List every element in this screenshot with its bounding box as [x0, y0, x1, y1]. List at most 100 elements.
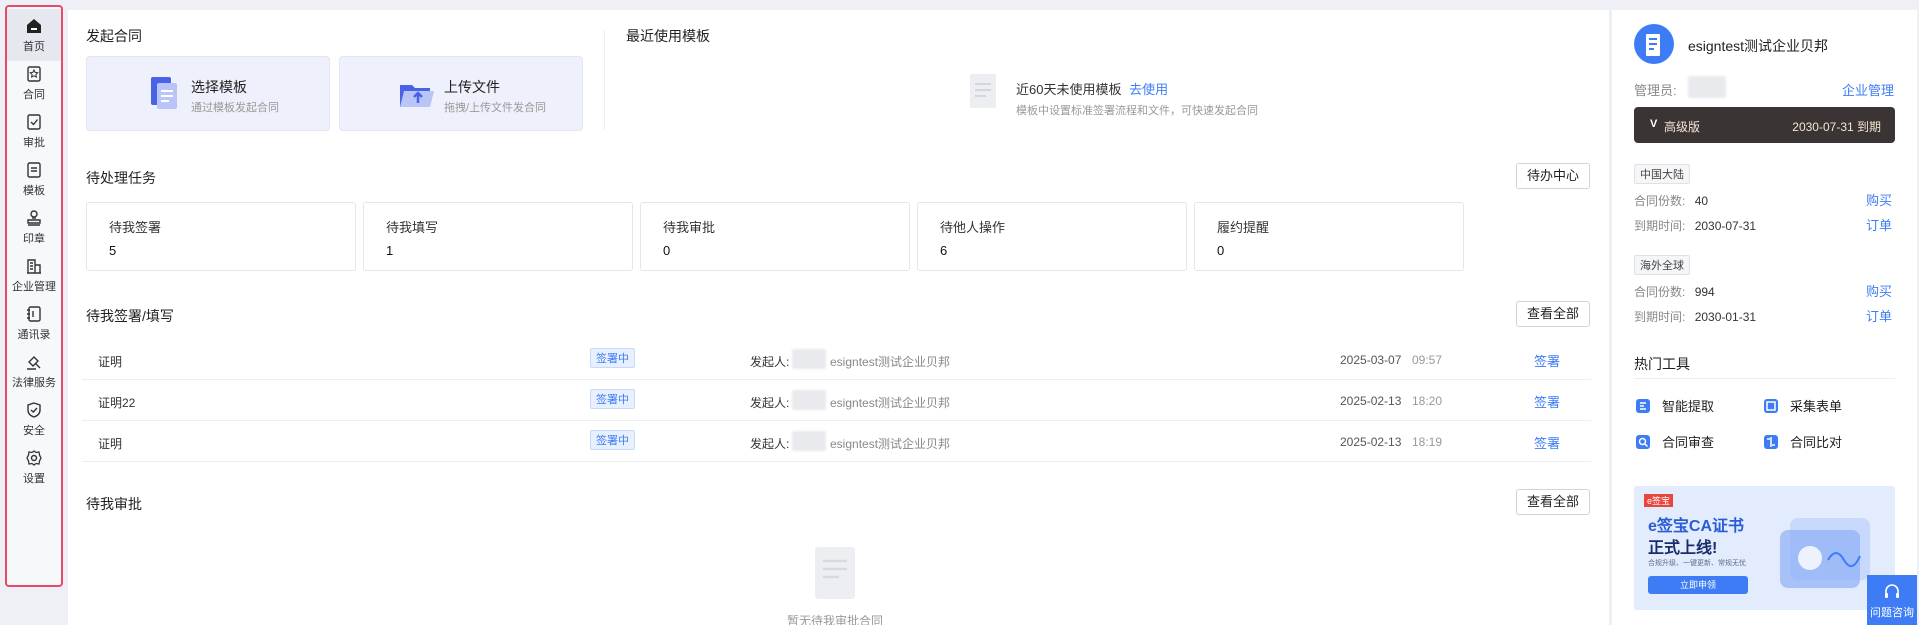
task-card-to-sign[interactable]: 待我签署 5: [86, 202, 356, 271]
nav-label: 合同: [23, 88, 45, 101]
tool-contract-compare[interactable]: 合同比对: [1762, 432, 1842, 451]
banner-headline: e签宝CA证书: [1648, 518, 1745, 535]
sign-view-all-button[interactable]: 查看全部: [1516, 301, 1591, 327]
nav-item-contract[interactable]: 合同: [7, 57, 61, 109]
divider: [1634, 378, 1895, 379]
nav-item-enterprise[interactable]: 企业管理: [7, 249, 61, 301]
sign-link[interactable]: 签署: [1534, 392, 1560, 411]
nav-label: 设置: [23, 472, 45, 485]
task-count: 1: [386, 243, 394, 258]
nav-label: 审批: [23, 136, 45, 149]
banner-cta-button[interactable]: 立即申领: [1648, 576, 1748, 594]
go-use-link[interactable]: 去使用: [1129, 82, 1168, 97]
help-consult-button[interactable]: 问题咨询: [1867, 575, 1917, 625]
quota-count-row: 合同份数: 994: [1634, 283, 1715, 300]
ca-banner[interactable]: e签宝 e签宝CA证书 正式上线! 合规升级、一键更新、常规无忧 立即申领: [1634, 486, 1895, 610]
task-label: 待我审批: [663, 220, 716, 235]
row-date: 2025-02-13: [1340, 394, 1402, 408]
approve-empty-text: 暂无待我审批合同: [787, 614, 884, 625]
table-row[interactable]: 证明22 签署中 发起人: esigntest测试企业贝邦 2025-02-13…: [82, 380, 1591, 421]
edition-name: 高级版: [1664, 120, 1701, 134]
nav-item-template[interactable]: 模板: [7, 153, 61, 205]
nav-label: 模板: [23, 184, 45, 197]
enterprise-icon: [27, 258, 41, 274]
blurred-avatar: [792, 431, 826, 451]
tool-contract-review[interactable]: 合同审查: [1634, 432, 1714, 451]
task-label: 待他人操作: [940, 220, 1006, 235]
nav-label: 首页: [23, 40, 45, 53]
nav-item-approval[interactable]: 审批: [7, 105, 61, 157]
task-count: 6: [940, 243, 948, 258]
nav-label: 法律服务: [12, 376, 56, 389]
select-template-sub: 通过模板发起合同: [191, 102, 279, 114]
quota-count: 994: [1694, 285, 1715, 299]
approve-list-title: 待我审批: [86, 496, 142, 512]
left-nav: 首页 合同 审批 模板 印章 企业管理 通讯录 法律服务 安全 设置: [5, 5, 63, 587]
row-date: 2025-03-07: [1340, 353, 1402, 367]
quota-expire-label: 到期时间:: [1634, 310, 1686, 324]
row-time: 18:19: [1412, 435, 1443, 449]
nav-item-security[interactable]: 安全: [7, 393, 61, 445]
nav-label: 企业管理: [12, 280, 56, 293]
compare-icon: [1764, 434, 1778, 449]
quota-expire-label: 到期时间:: [1634, 219, 1686, 233]
nav-item-contacts[interactable]: 通讯录: [7, 297, 61, 349]
enterprise-manage-link[interactable]: 企业管理: [1842, 80, 1894, 99]
todo-center-button[interactable]: 待办中心: [1516, 163, 1591, 189]
row-time: 18:20: [1412, 394, 1443, 408]
nav-label: 通讯录: [17, 328, 51, 341]
contacts-icon: [27, 305, 41, 322]
row-time: 09:57: [1412, 353, 1443, 367]
initiator-label: 发起人:: [750, 355, 790, 369]
contract-name: 证明: [98, 355, 123, 369]
right-sidebar: esigntest测试企业贝邦 管理员: 企业管理 V 高级版 2030-07-…: [1612, 10, 1917, 625]
divider: [604, 30, 605, 130]
sign-list-title: 待我签署/填写: [86, 308, 174, 324]
recent-empty-sub: 模板中设置标准签署流程和文件，可快速发起合同: [1016, 105, 1258, 117]
nav-item-home[interactable]: 首页: [7, 9, 61, 61]
task-label: 待我填写: [386, 220, 439, 235]
quota-expire: 2030-01-31: [1694, 310, 1757, 324]
tool-label: 采集表单: [1790, 399, 1843, 414]
task-card-reminder[interactable]: 履约提醒 0: [1194, 202, 1464, 271]
quota-count: 40: [1694, 194, 1709, 208]
hot-tools-title: 热门工具: [1634, 356, 1690, 372]
company-name: esigntest测试企业贝邦: [1688, 38, 1829, 54]
sign-link[interactable]: 签署: [1534, 351, 1560, 370]
nav-item-seal[interactable]: 印章: [7, 201, 61, 253]
upload-folder-icon: [400, 85, 434, 107]
task-card-to-fill[interactable]: 待我填写 1: [363, 202, 633, 271]
approval-icon: [27, 113, 41, 130]
task-count: 5: [109, 243, 117, 258]
legal-service-icon: [27, 355, 41, 370]
admin-label: 管理员:: [1634, 83, 1677, 98]
select-template-button[interactable]: 选择模板 通过模板发起合同: [86, 56, 330, 131]
quota-expire-row: 到期时间: 2030-01-31: [1634, 308, 1756, 325]
task-card-to-approve[interactable]: 待我审批 0: [640, 202, 910, 271]
order-link[interactable]: 订单: [1866, 215, 1892, 234]
tool-collect-form[interactable]: 采集表单: [1762, 396, 1842, 415]
order-link[interactable]: 订单: [1866, 306, 1892, 325]
quota-expire-row: 到期时间: 2030-07-31: [1634, 217, 1756, 234]
upload-file-button[interactable]: 上传文件 拖拽/上传文件发合同: [339, 56, 583, 131]
nav-item-legal[interactable]: 法律服务: [7, 345, 61, 397]
buy-link[interactable]: 购买: [1866, 190, 1892, 209]
vip-icon: V: [1650, 118, 1658, 130]
nav-item-settings[interactable]: 设置: [7, 441, 61, 493]
contract-name: 证明: [98, 437, 123, 451]
initiator-name: esigntest测试企业贝邦: [830, 355, 951, 369]
table-row[interactable]: 证明 签署中 发起人: esigntest测试企业贝邦 2025-02-13 1…: [82, 421, 1591, 462]
buy-link[interactable]: 购买: [1866, 281, 1892, 300]
seal-icon: [27, 209, 41, 226]
status-badge: 签署中: [590, 389, 635, 409]
quota-expire: 2030-07-31: [1694, 219, 1757, 233]
task-count: 0: [1217, 243, 1225, 258]
table-row[interactable]: 证明 签署中 发起人: esigntest测试企业贝邦 2025-03-07 0…: [82, 339, 1591, 380]
approve-view-all-button[interactable]: 查看全部: [1516, 489, 1591, 515]
sign-link[interactable]: 签署: [1534, 433, 1560, 452]
task-card-others[interactable]: 待他人操作 6: [917, 202, 1187, 271]
tool-smart-extract[interactable]: 智能提取: [1634, 396, 1714, 415]
nav-label: 印章: [23, 232, 45, 245]
task-count: 0: [663, 243, 671, 258]
pending-tasks-title: 待处理任务: [86, 170, 156, 186]
